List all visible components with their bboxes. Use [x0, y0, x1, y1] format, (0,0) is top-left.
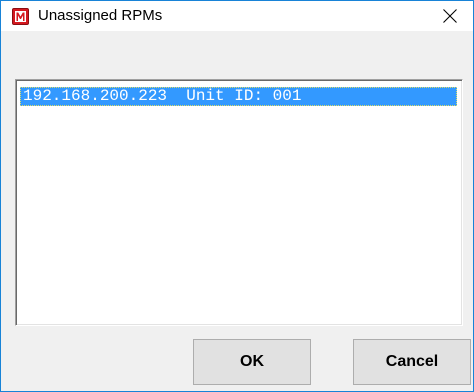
title-bar[interactable]: Unassigned RPMs: [1, 1, 473, 31]
window-title: Unassigned RPMs: [38, 7, 163, 24]
rpm-listbox[interactable]: 192.168.200.223 Unit ID: 001: [15, 79, 463, 326]
ok-button[interactable]: OK: [193, 339, 311, 385]
list-item[interactable]: 192.168.200.223 Unit ID: 001: [20, 87, 457, 106]
close-button[interactable]: [427, 1, 473, 31]
close-icon: [443, 9, 457, 23]
cancel-button[interactable]: Cancel: [353, 339, 471, 385]
app-icon[interactable]: [12, 8, 29, 25]
unassigned-rpms-dialog: Unassigned RPMs 192.168.200.223 Unit ID:…: [0, 0, 474, 392]
